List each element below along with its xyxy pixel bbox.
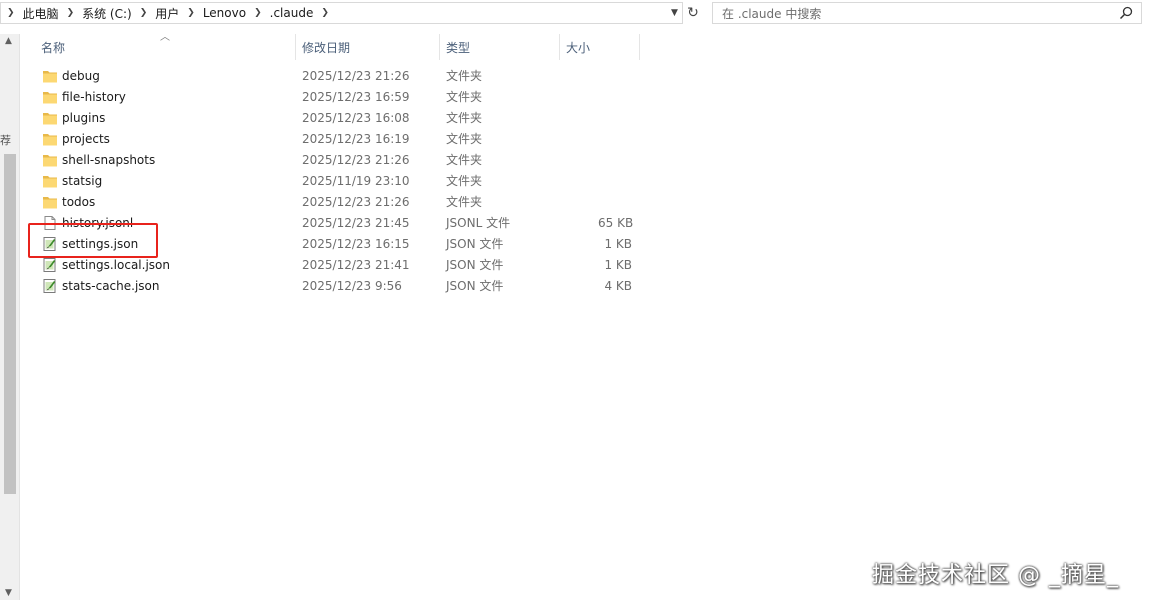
file-name: stats-cache.json — [62, 278, 160, 293]
file-size: 1 KB — [604, 257, 632, 272]
file-row[interactable]: file-history 2025/12/23 16:59 文件夹 — [38, 86, 638, 107]
scroll-down-icon[interactable]: ▼ — [5, 588, 12, 598]
search-placeholder: 在 .claude 中搜索 — [722, 6, 822, 21]
file-type: 文件夹 — [446, 195, 483, 209]
breadcrumb-item-current[interactable]: .claude — [264, 6, 320, 20]
breadcrumb-item-drive[interactable]: 系统 (C:) — [76, 5, 138, 22]
file-type: JSON 文件 — [446, 237, 504, 251]
file-date: 2025/12/23 16:15 — [302, 236, 410, 251]
column-header-name-label: 名称 — [41, 40, 66, 55]
folder-icon — [42, 89, 58, 105]
file-name: statsig — [62, 173, 103, 188]
file-type: 文件夹 — [446, 132, 483, 146]
chevron-right-icon[interactable]: ❯ — [319, 8, 331, 18]
folder-icon — [42, 173, 58, 189]
file-type: 文件夹 — [446, 69, 483, 83]
file-size: 1 KB — [604, 236, 632, 251]
file-type: 文件夹 — [446, 90, 483, 104]
chevron-right-icon[interactable]: ❯ — [65, 8, 77, 18]
file-name-cell[interactable]: shell-snapshots — [42, 152, 155, 168]
file-name-cell[interactable]: file-history — [42, 89, 126, 105]
json-file-icon — [42, 278, 58, 294]
file-name: todos — [62, 194, 96, 209]
file-name: shell-snapshots — [62, 152, 156, 167]
file-name-cell[interactable]: plugins — [42, 110, 105, 126]
file-date: 2025/12/23 16:08 — [302, 110, 410, 125]
file-date: 2025/12/23 9:56 — [302, 278, 402, 293]
breadcrumb-item-this-pc[interactable]: 此电脑 — [17, 5, 65, 22]
file-row[interactable]: shell-snapshots 2025/12/23 21:26 文件夹 — [38, 149, 638, 170]
chevron-right-icon[interactable]: ❯ — [5, 8, 17, 18]
file-date: 2025/12/23 21:41 — [302, 257, 410, 272]
file-type: 文件夹 — [446, 153, 483, 167]
nav-pane-scrollbar[interactable]: ▲ ▼ — [0, 34, 20, 600]
file-name: plugins — [62, 110, 106, 125]
file-date: 2025/12/23 16:59 — [302, 89, 410, 104]
file-type: JSON 文件 — [446, 258, 504, 272]
nav-pane-partial-text: 荐 — [0, 134, 11, 147]
search-input[interactable]: 在 .claude 中搜索 — [712, 2, 1142, 24]
column-header-type-label: 类型 — [446, 40, 471, 55]
file-name: file-history — [62, 89, 126, 104]
breadcrumb-item-users[interactable]: 用户 — [149, 5, 185, 22]
folder-icon — [42, 131, 58, 147]
file-name: settings.local.json — [62, 257, 170, 272]
file-name: projects — [62, 131, 110, 146]
column-header-date[interactable]: 修改日期 — [296, 34, 440, 60]
chevron-right-icon[interactable]: ❯ — [138, 8, 150, 18]
folder-icon — [42, 110, 58, 126]
file-name: debug — [62, 68, 100, 83]
file-date: 2025/12/23 21:45 — [302, 215, 410, 230]
file-name-cell[interactable]: settings.local.json — [42, 257, 170, 273]
file-type: 文件夹 — [446, 111, 483, 125]
file-row[interactable]: todos 2025/12/23 21:26 文件夹 — [38, 191, 638, 212]
refresh-icon[interactable]: ↻ — [684, 3, 702, 23]
file-row[interactable]: stats-cache.json 2025/12/23 9:56 JSON 文件 4 … — [38, 275, 638, 296]
column-header-size-label: 大小 — [566, 40, 591, 55]
file-type: 文件夹 — [446, 174, 483, 188]
breadcrumb-item-user[interactable]: Lenovo — [197, 6, 252, 20]
column-header-size[interactable]: 大小 — [560, 34, 640, 60]
search-icon[interactable] — [1119, 6, 1133, 20]
column-header-type[interactable]: 类型 — [440, 34, 560, 60]
folder-icon — [42, 68, 58, 84]
file-row[interactable]: statsig 2025/11/19 23:10 文件夹 — [38, 170, 638, 191]
file-date: 2025/12/23 21:26 — [302, 194, 410, 209]
file-row[interactable]: debug 2025/12/23 21:26 文件夹 — [38, 65, 638, 86]
file-date: 2025/12/23 21:26 — [302, 68, 410, 83]
file-name-cell[interactable]: stats-cache.json — [42, 278, 159, 294]
folder-icon — [42, 194, 58, 210]
chevron-right-icon[interactable]: ❯ — [185, 8, 197, 18]
file-date: 2025/11/19 23:10 — [302, 173, 410, 188]
file-date: 2025/12/23 16:19 — [302, 131, 410, 146]
file-type: JSONL 文件 — [446, 216, 511, 230]
file-size: 4 KB — [604, 278, 632, 293]
file-name-cell[interactable]: projects — [42, 131, 110, 147]
address-bar[interactable]: ❯ 此电脑 ❯ 系统 (C:) ❯ 用户 ❯ Lenovo ❯ .claude … — [0, 2, 683, 24]
file-name-cell[interactable]: statsig — [42, 173, 102, 189]
scrollbar-thumb[interactable] — [4, 154, 16, 494]
file-row[interactable]: plugins 2025/12/23 16:08 文件夹 — [38, 107, 638, 128]
json-file-icon — [42, 257, 58, 273]
file-name-cell[interactable]: todos — [42, 194, 95, 210]
column-header-date-label: 修改日期 — [302, 40, 351, 55]
file-row[interactable]: projects 2025/12/23 16:19 文件夹 — [38, 128, 638, 149]
file-size: 65 KB — [598, 215, 634, 230]
file-name-cell[interactable]: debug — [42, 68, 100, 84]
folder-icon — [42, 152, 58, 168]
breadcrumb: ❯ 此电脑 ❯ 系统 (C:) ❯ 用户 ❯ Lenovo ❯ .claude … — [1, 3, 331, 23]
file-type: JSON 文件 — [446, 279, 504, 293]
chevron-right-icon[interactable]: ❯ — [252, 8, 264, 18]
column-header-name[interactable]: 名称 — [35, 34, 296, 60]
watermark: 掘金技术社区 @ _摘星_ — [872, 563, 1119, 588]
file-date: 2025/12/23 21:26 — [302, 152, 410, 167]
chevron-down-icon[interactable]: ▼ — [667, 3, 682, 23]
highlight-annotation — [28, 223, 158, 258]
scroll-up-icon[interactable]: ▲ — [5, 36, 12, 46]
